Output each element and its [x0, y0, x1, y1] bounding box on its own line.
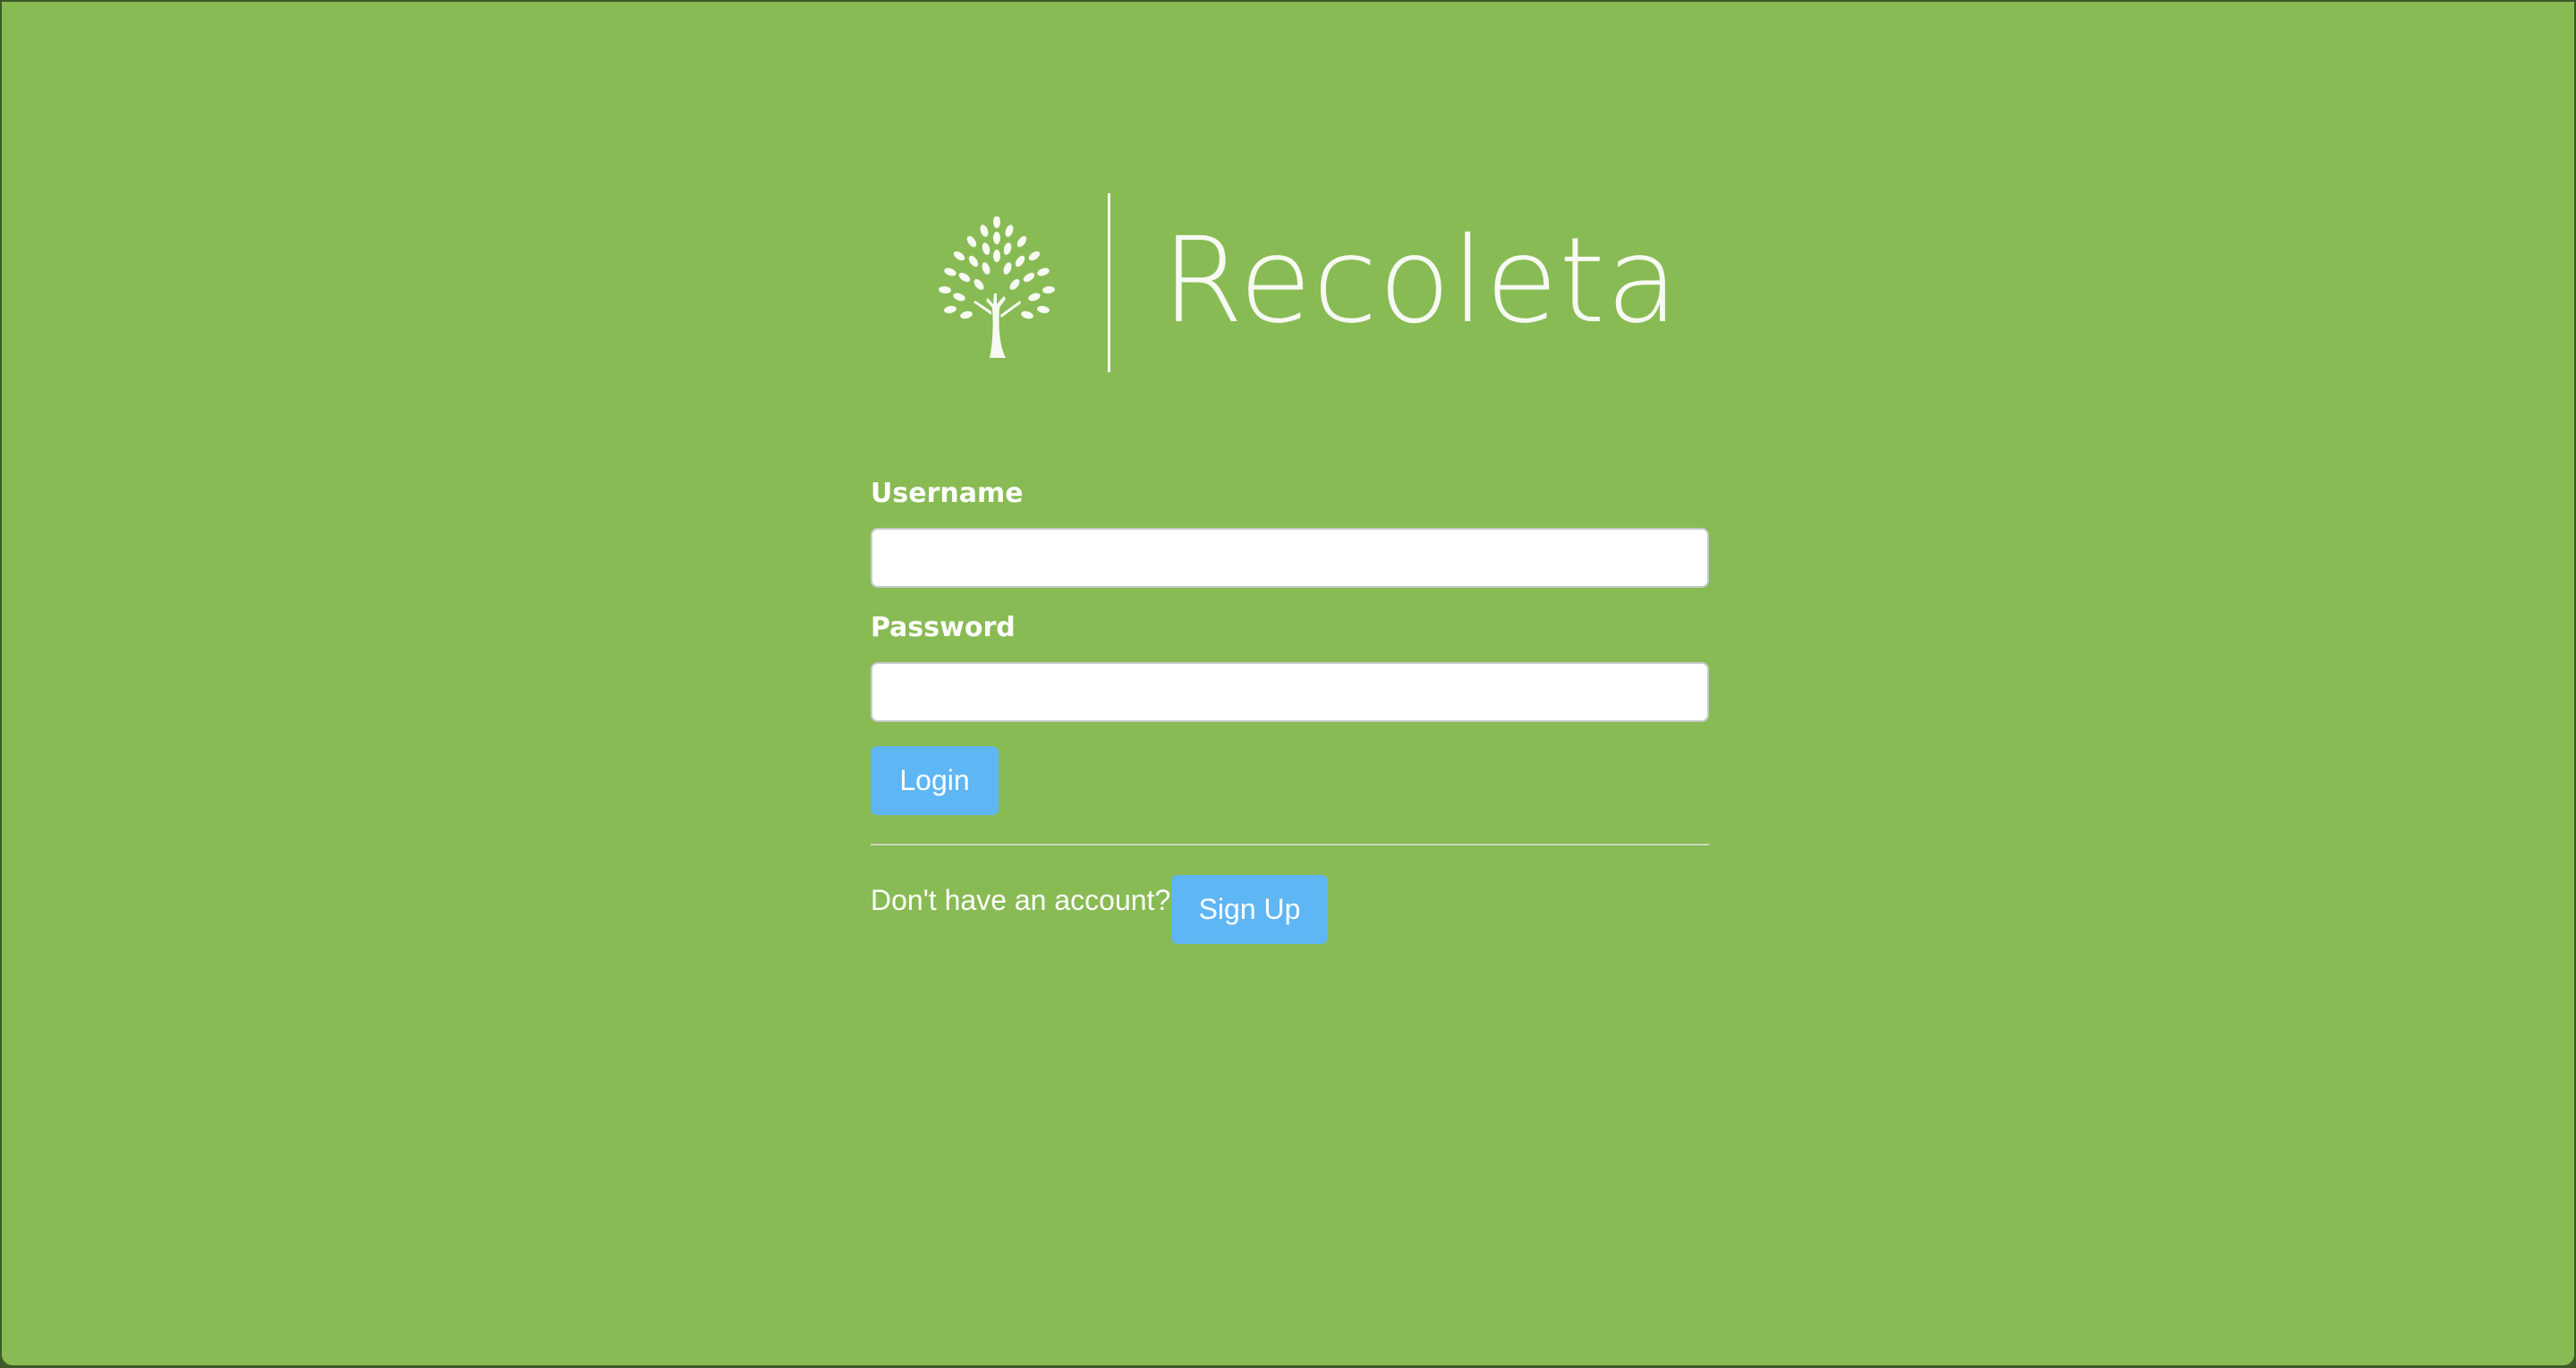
brand-name: Recoleta — [1161, 212, 1679, 350]
signup-button[interactable]: Sign Up — [1171, 875, 1328, 944]
username-input[interactable] — [871, 528, 1709, 588]
form-divider — [871, 844, 1709, 845]
login-button[interactable]: Login — [871, 746, 999, 815]
tree-icon — [939, 217, 1055, 358]
login-screen: Recoleta Username Password Login Don't h… — [2, 2, 2574, 1365]
password-label: Password — [871, 612, 1016, 643]
password-input[interactable] — [871, 662, 1709, 722]
username-label: Username — [871, 478, 1024, 509]
signup-prompt: Don't have an account? — [871, 884, 1171, 916]
logo-divider — [1108, 193, 1110, 372]
